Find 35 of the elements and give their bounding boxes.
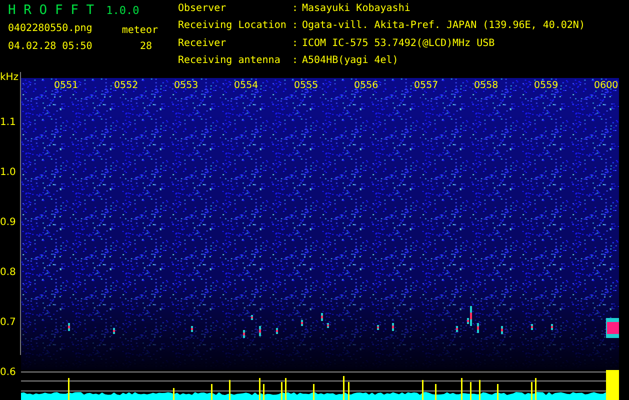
time-label: 0552 [114, 80, 138, 92]
separator: : [292, 20, 300, 34]
frequency-label: 0.6 [0, 367, 16, 379]
time-label: 0556 [354, 80, 378, 92]
version-label: 1.0.0 [106, 3, 140, 19]
time-label: 0558 [474, 80, 498, 92]
frequency-label: 0.8 [0, 267, 16, 279]
info-label: Receiving antenna [178, 54, 282, 68]
info-value: A504HB(yagi 4el) [302, 54, 400, 68]
time-label: 0551 [54, 80, 78, 92]
unit-label: kHz [0, 72, 19, 84]
time-label: 0555 [294, 80, 318, 92]
meteor-count: 28 [140, 41, 152, 53]
time-label: 0557 [414, 80, 438, 92]
timestamp: 04.02.28 05:50 [8, 41, 92, 53]
separator: : [292, 38, 300, 50]
frequency-label: 0.7 [0, 317, 16, 329]
info-label: Receiving Location [178, 20, 288, 34]
time-label: 0559 [534, 80, 558, 92]
meteor-label: meteor [122, 25, 158, 37]
info-value: Ogata-vill. Akita-Pref. JAPAN (139.96E, 40.02N) [302, 20, 585, 34]
separator: : [292, 54, 300, 68]
info-value: Masayuki Kobayashi [302, 3, 412, 16]
info-label: Receiver [178, 38, 228, 50]
time-label: 0600 [594, 80, 618, 92]
separator: : [292, 3, 300, 16]
info-label: Observer [178, 3, 228, 16]
frequency-label: 1.0 [0, 167, 16, 179]
time-label: 0553 [174, 80, 198, 92]
file-name: 0402280550.png [8, 23, 92, 36]
app-title: H R O F F T [8, 3, 94, 19]
info-value: ICOM IC-575 53.7492(@LCD)MHz USB [302, 38, 496, 50]
time-label: 0554 [234, 80, 258, 92]
frequency-label: 1.1 [0, 117, 16, 129]
frequency-label: 0.9 [0, 217, 16, 229]
